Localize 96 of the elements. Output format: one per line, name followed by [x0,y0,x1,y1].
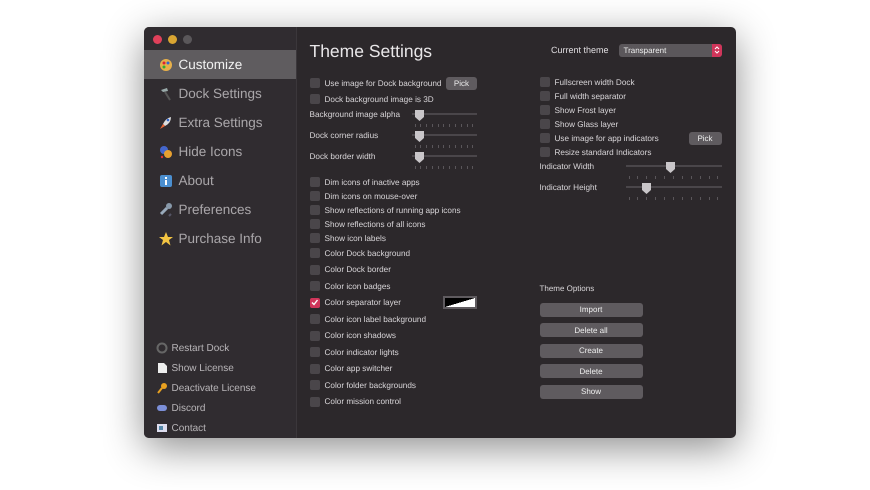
checkbox[interactable] [540,77,550,87]
current-theme-label: Current theme [550,45,608,55]
theme-popup[interactable]: Transparent [618,44,722,56]
slider-label: Dock corner radius [310,130,378,140]
sidebar-item[interactable]: Preferences [144,195,296,224]
slider[interactable] [412,151,476,168]
checkbox-label: Color folder backgrounds [324,380,416,390]
palette-icon [158,56,174,72]
pick-button[interactable]: Pick [688,132,722,144]
theme-button[interactable]: Show [540,384,642,398]
slider[interactable] [412,109,476,126]
sidebar-link[interactable]: Deactivate License [144,378,296,398]
checkbox-label: Color icon label background [324,314,426,324]
checkbox-label: Show icon labels [324,234,386,242]
checkbox-label: Color Dock background [324,248,410,258]
checkbox[interactable] [310,233,320,243]
checkbox[interactable] [540,133,550,143]
star-icon [158,230,174,246]
theme-button[interactable]: Import [540,302,642,316]
checkbox[interactable] [310,78,320,88]
window-control-dot[interactable] [152,35,162,44]
slider-label: Dock border width [310,151,376,161]
window-control-dot[interactable] [168,35,176,44]
checkbox-label: Color indicator lights [324,348,399,357]
checkbox[interactable] [310,298,320,308]
checkbox-label: Show Glass layer [554,120,618,128]
window-control-dot[interactable] [182,35,192,44]
checkbox-label: Color Dock border [324,265,391,274]
section-title: Theme Options [540,284,596,293]
checkbox[interactable] [310,248,320,258]
sidebar-item[interactable]: Purchase Info [144,224,296,253]
checkbox-label: Color separator layer [324,298,401,308]
checkbox[interactable] [310,219,320,229]
checkbox[interactable] [540,147,550,157]
checkbox-label: Show Frost layer [554,106,616,114]
checkbox-label: Use image for app indicators [554,134,659,142]
sidebar-item[interactable]: About [144,166,296,195]
checkbox[interactable] [310,177,320,187]
checkbox[interactable] [540,105,550,115]
pick-button[interactable]: Pick [446,76,476,90]
checkbox[interactable] [310,347,320,358]
checkbox-label: Dim icons of inactive apps [324,178,420,186]
slider-label: Indicator Height [540,182,597,192]
checkbox-label: Resize standard Indicators [554,148,652,156]
checkbox[interactable] [310,380,320,390]
slider-thumb[interactable] [640,182,652,195]
color-well[interactable] [442,296,476,310]
slider[interactable] [626,161,722,178]
sidebar-item[interactable]: Dock Settings [144,79,296,108]
card-icon [156,422,168,434]
checkbox-label: Color icon badges [324,282,390,291]
slider-thumb[interactable] [414,151,426,164]
checkbox-label: Show reflections of running app icons [324,206,461,214]
slider-label: Indicator Width [540,161,594,171]
sidebar-item[interactable]: Hide Icons [144,137,296,166]
checkbox[interactable] [310,281,320,292]
checkbox-label: Color icon shadows [324,331,396,340]
checkbox[interactable] [310,264,320,275]
page-title: Theme Settings [310,40,432,62]
checkbox[interactable] [540,91,550,101]
sidebar-link[interactable]: Show License [144,358,296,378]
slider[interactable] [626,182,722,199]
stepper-icon [712,44,722,56]
checkbox[interactable] [310,396,320,407]
checkbox-label: Fullscreen width Dock [554,78,635,86]
checkbox[interactable] [310,364,320,374]
checkbox-label: Full width separator [554,92,626,100]
info-icon [158,172,174,188]
checkbox-label: Color mission control [324,397,401,406]
slider-label: Background image alpha [310,109,400,119]
checkbox-label: Color app switcher [324,364,392,374]
theme-button[interactable]: Create [540,344,642,358]
theme-button[interactable]: Delete [540,364,642,378]
sidebar-item[interactable]: Customize [144,50,296,79]
key-icon [156,382,168,394]
checkbox[interactable] [310,205,320,215]
slider-thumb[interactable] [414,109,426,122]
sidebar-link[interactable]: Discord [144,398,296,418]
rocket-icon [158,114,174,130]
checkbox-label: Dock background image is 3D [324,94,434,104]
checkbox[interactable] [310,191,320,201]
checkbox[interactable] [540,119,550,129]
checkbox-label: Dim icons on mouse-over [324,192,418,200]
sidebar-link[interactable]: Restart Dock [144,338,296,358]
checkbox[interactable] [310,314,320,324]
theme-button[interactable]: Delete all [540,323,642,337]
slider-thumb[interactable] [414,130,426,143]
checkbox[interactable] [310,330,320,341]
slider-thumb[interactable] [665,161,676,174]
checkbox-label: Show reflections of all icons [324,220,426,228]
sidebar-link[interactable]: Contact [144,418,296,438]
sidebar-item[interactable]: Extra Settings [144,108,296,137]
checkbox-label: Use image for Dock background [324,78,442,88]
document-icon [156,362,168,374]
slider[interactable] [412,130,476,147]
checkbox[interactable] [310,94,320,104]
